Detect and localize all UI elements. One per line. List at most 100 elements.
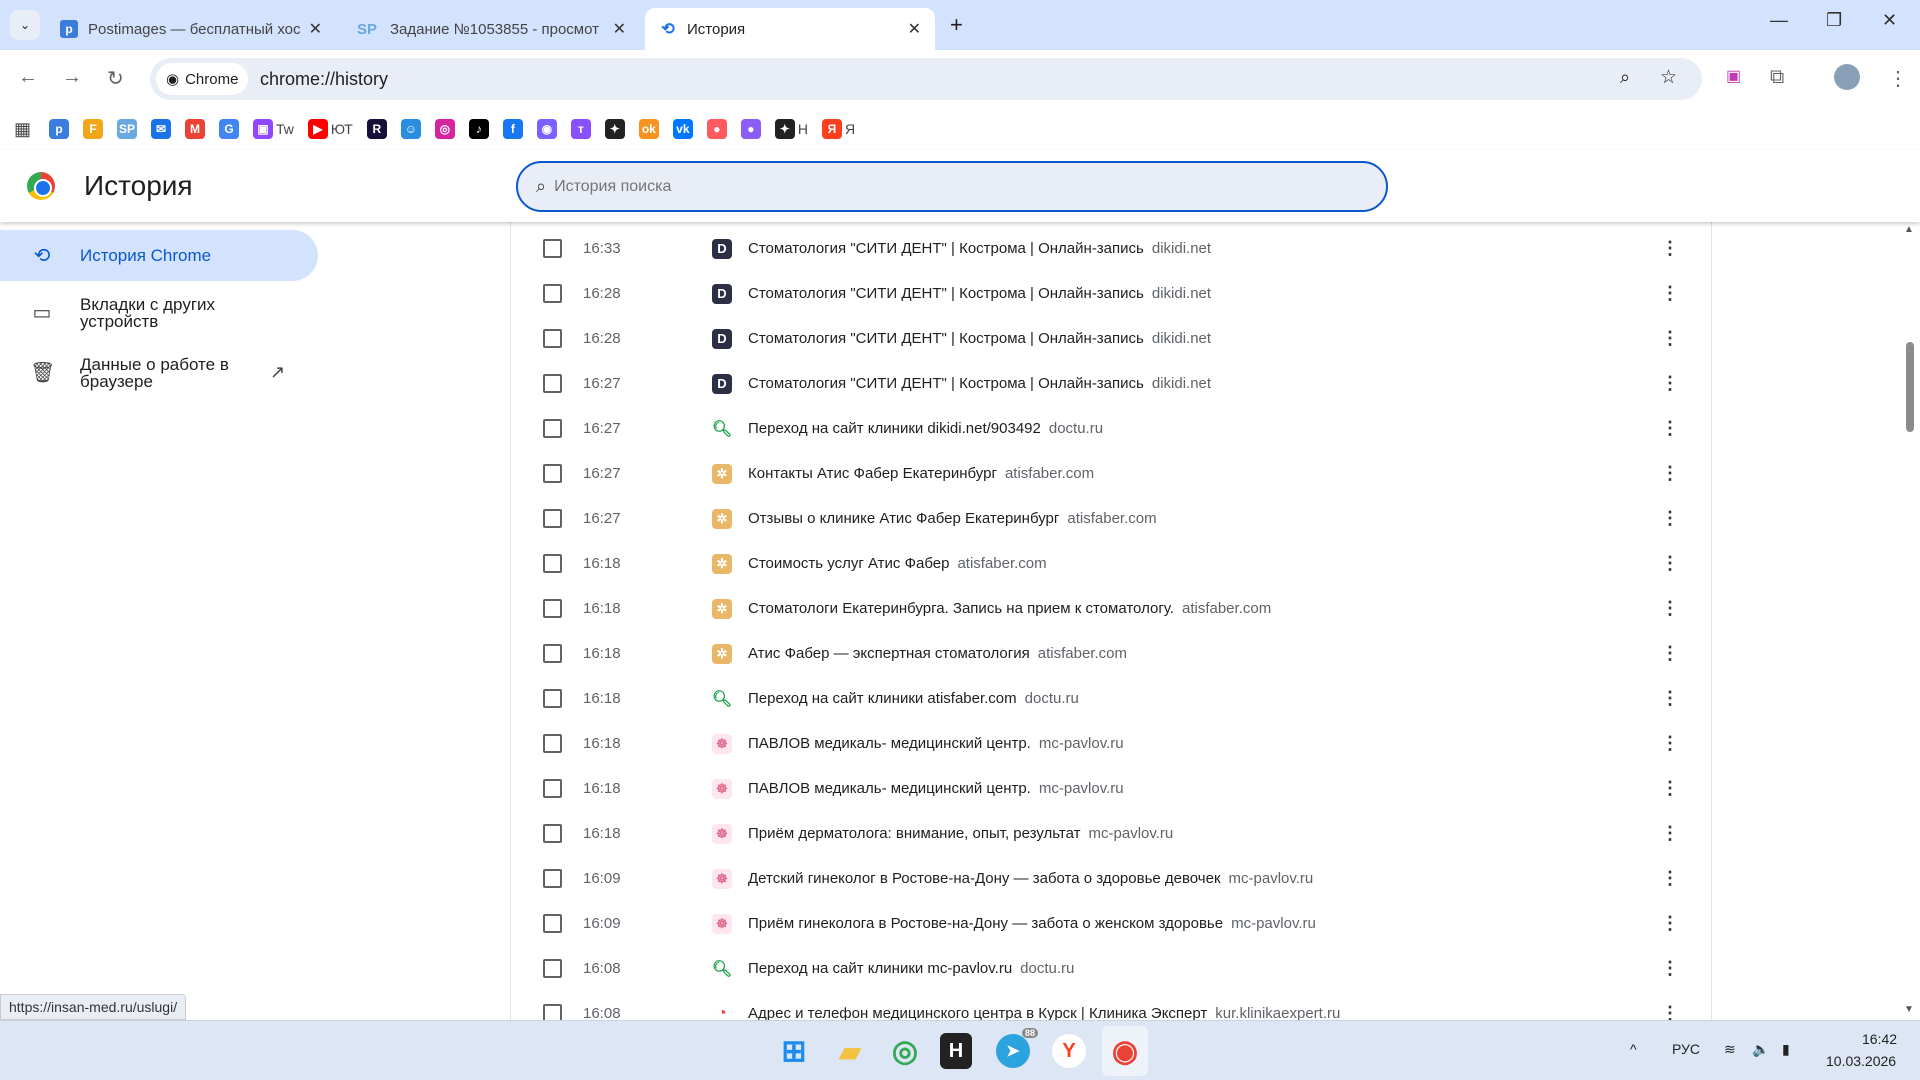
volume-icon[interactable]: 🔈 xyxy=(1752,1041,1769,1058)
history-row[interactable]: 16:33 D Стоматология "СИТИ ДЕНТ" | Костр… xyxy=(511,226,1711,271)
extension-icon[interactable]: ▣ xyxy=(1726,66,1741,86)
close-tab-icon[interactable]: ✕ xyxy=(613,19,626,39)
tab-postimages[interactable]: p Postimages — бесплатный хос ✕ xyxy=(46,8,336,50)
bookmark-facebook[interactable]: f xyxy=(502,119,523,139)
row-checkbox[interactable] xyxy=(543,689,562,708)
search-input[interactable] xyxy=(554,177,1335,196)
tab-task[interactable]: SP Задание №1053855 - просмот ✕ xyxy=(340,8,640,50)
scroll-up-icon[interactable]: ▲ xyxy=(1904,224,1914,235)
apps-icon[interactable]: ▦ xyxy=(14,119,31,140)
history-link[interactable]: Атис Фабер — экспертная стоматология atis… xyxy=(748,645,1127,662)
history-row[interactable]: 16:27 🔍︎ Переход на сайт клиники dikidi.… xyxy=(511,406,1711,451)
history-row[interactable]: 16:28 D Стоматология "СИТИ ДЕНТ" | Костр… xyxy=(511,316,1711,361)
history-row[interactable]: 16:18 ☸ Приём дерматолога: внимание, опы… xyxy=(511,811,1711,856)
bookmark-twitch[interactable]: ▣ Tw xyxy=(253,119,294,139)
bookmark-star-icon[interactable]: ☆ xyxy=(1660,66,1677,89)
history-row[interactable]: 16:18 ✲ Стоимость услуг Атис Фабер atisfa… xyxy=(511,541,1711,586)
battery-icon[interactable]: ▮ xyxy=(1782,1041,1790,1058)
minimize-button[interactable]: — xyxy=(1770,10,1788,31)
bookmark-drop[interactable]: ● xyxy=(740,119,761,139)
language-indicator[interactable]: РУС xyxy=(1672,1041,1700,1057)
bookmark-t[interactable]: т xyxy=(570,119,591,139)
bookmark-sparkle[interactable]: ✦ Н xyxy=(774,119,808,139)
restore-button[interactable]: ❐ xyxy=(1826,10,1842,31)
tray-overflow-icon[interactable]: ^ xyxy=(1630,1041,1637,1057)
bookmark-yandex[interactable]: ЯЯ xyxy=(821,119,855,139)
history-link[interactable]: Детский гинеколог в Ростове-на-Дону — за… xyxy=(748,870,1313,887)
history-link[interactable]: Переход на сайт клиники atisfaber.com doc… xyxy=(748,690,1079,707)
history-link[interactable]: Стоимость услуг Атис Фабер atisfaber.com xyxy=(748,555,1047,572)
row-checkbox[interactable] xyxy=(543,914,562,933)
bookmark-vk[interactable]: vk xyxy=(672,119,693,139)
bookmark-youtube[interactable]: ▶ ЮТ xyxy=(307,119,353,139)
history-link[interactable]: Контакты Атис Фабер Екатеринбург atisfabe… xyxy=(748,465,1094,482)
reload-button[interactable]: ↻ xyxy=(107,66,124,91)
yandex-browser-icon[interactable]: Y xyxy=(1052,1034,1086,1068)
telegram-icon[interactable]: ➤ 88 xyxy=(996,1028,1038,1068)
history-link[interactable]: Приём гинеколога в Ростове-на-Дону — заб… xyxy=(748,915,1316,932)
row-checkbox[interactable] xyxy=(543,644,562,663)
history-row[interactable]: 16:18 ✲ Стоматологи Екатеринбурга. Запис… xyxy=(511,586,1711,631)
more-actions-icon[interactable]: ⋮ xyxy=(1661,598,1679,619)
close-tab-icon[interactable]: ✕ xyxy=(309,19,322,39)
wifi-icon[interactable]: ≋ xyxy=(1724,1041,1736,1058)
more-actions-icon[interactable]: ⋮ xyxy=(1661,868,1679,889)
app-h-icon[interactable]: H xyxy=(940,1033,972,1069)
more-actions-icon[interactable]: ⋮ xyxy=(1661,373,1679,394)
history-link[interactable]: Стоматологи Екатеринбурга. Запись на при… xyxy=(748,600,1271,617)
history-row[interactable]: 16:09 ☸ Приём гинеколога в Ростове-на-До… xyxy=(511,901,1711,946)
more-actions-icon[interactable]: ⋮ xyxy=(1661,508,1679,529)
history-row[interactable]: 16:09 ☸ Детский гинеколог в Ростове-на-Д… xyxy=(511,856,1711,901)
history-link[interactable]: Переход на сайт клиники dikidi.net/90349… xyxy=(748,420,1103,437)
more-actions-icon[interactable]: ⋮ xyxy=(1661,778,1679,799)
site-info-chip[interactable]: ◉ Chrome xyxy=(156,63,249,95)
more-actions-icon[interactable]: ⋮ xyxy=(1661,283,1679,304)
sidebar-item-chrome-history[interactable]: ⟲ История Chrome xyxy=(0,230,318,281)
scrollbar-thumb[interactable] xyxy=(1906,342,1914,432)
history-link[interactable]: Стоматология "СИТИ ДЕНТ" | Кострома | Он… xyxy=(748,240,1211,257)
row-checkbox[interactable] xyxy=(543,239,562,258)
bookmark-gmail[interactable]: M xyxy=(185,119,206,139)
history-row[interactable]: 16:18 ☸ ПАВЛОВ медикаль- медицинский цен… xyxy=(511,766,1711,811)
history-link[interactable]: Стоматология "СИТИ ДЕНТ" | Кострома | Он… xyxy=(748,330,1211,347)
bookmark-rutube[interactable]: R xyxy=(366,119,387,139)
history-link[interactable]: Стоматология "СИТИ ДЕНТ" | Кострома | Он… xyxy=(748,375,1211,392)
history-row[interactable]: 16:18 ✲ Атис Фабер — экспертная стоматол… xyxy=(511,631,1711,676)
row-checkbox[interactable] xyxy=(543,329,562,348)
bookmark-sparkle[interactable]: ✦ xyxy=(604,119,625,139)
history-row[interactable]: 16:18 ☸ ПАВЛОВ медикаль- медицинский цен… xyxy=(511,721,1711,766)
more-actions-icon[interactable]: ⋮ xyxy=(1661,733,1679,754)
more-actions-icon[interactable]: ⋮ xyxy=(1661,643,1679,664)
omnibox[interactable]: ◉ Chrome chrome://history ⌕ ☆ xyxy=(150,58,1702,100)
extensions-icon[interactable]: ⧉ xyxy=(1770,66,1784,89)
history-link[interactable]: ПАВЛОВ медикаль- медицинский центр. mc-pa… xyxy=(748,780,1124,797)
close-tab-icon[interactable]: ✕ xyxy=(908,19,921,39)
back-button[interactable]: ← xyxy=(18,66,38,89)
history-row[interactable]: 16:27 ✲ Контакты Атис Фабер Екатеринбург… xyxy=(511,451,1711,496)
row-checkbox[interactable] xyxy=(543,599,562,618)
more-actions-icon[interactable]: ⋮ xyxy=(1661,823,1679,844)
more-actions-icon[interactable]: ⋮ xyxy=(1661,238,1679,259)
bookmark-ok[interactable]: ok xyxy=(638,119,659,139)
menu-icon[interactable]: ⋮ xyxy=(1888,66,1908,91)
tab-search-button[interactable]: ⌄ xyxy=(10,10,40,40)
chrome-taskbar-icon[interactable]: ◉ xyxy=(1102,1026,1148,1076)
history-link[interactable]: Стоматология "СИТИ ДЕНТ" | Кострома | Он… xyxy=(748,285,1211,302)
history-row[interactable]: 16:08 🔍︎ Переход на сайт клиники mc-pavl… xyxy=(511,946,1711,991)
history-row[interactable]: 16:18 🔍︎ Переход на сайт клиники atisfab… xyxy=(511,676,1711,721)
history-link[interactable]: Отзывы о клинике Атис Фабер Екатеринбург… xyxy=(748,510,1157,527)
forward-button[interactable]: → xyxy=(62,66,82,89)
bookmark-smile[interactable]: ☺ xyxy=(400,119,421,139)
clock-date[interactable]: 10.03.2026 xyxy=(1826,1053,1896,1069)
bookmark-sp[interactable]: SP xyxy=(117,119,138,139)
row-checkbox[interactable] xyxy=(543,554,562,573)
sidebar-item-other-devices[interactable]: ▭ Вкладки с других устройств xyxy=(0,290,318,335)
bookmark-instagram[interactable]: ◎ xyxy=(434,119,455,139)
file-explorer-icon[interactable]: ▰ xyxy=(830,1031,870,1071)
row-checkbox[interactable] xyxy=(543,374,562,393)
profile-icon[interactable] xyxy=(1834,64,1860,90)
clock-time[interactable]: 16:42 xyxy=(1862,1031,1897,1047)
zoom-icon[interactable]: ⌕ xyxy=(1620,67,1630,88)
bookmark-f[interactable]: F xyxy=(83,119,104,139)
more-actions-icon[interactable]: ⋮ xyxy=(1661,688,1679,709)
